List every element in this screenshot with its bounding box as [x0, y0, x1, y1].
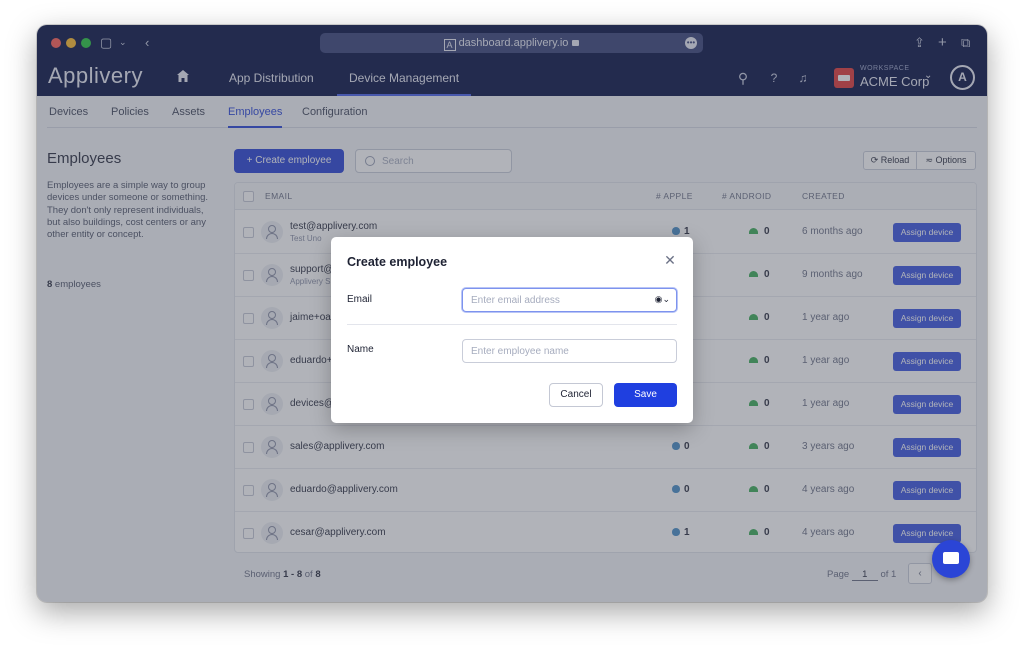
dialog-title: Create employee: [347, 255, 448, 269]
close-icon[interactable]: ✕: [663, 253, 677, 267]
name-field[interactable]: [471, 344, 641, 359]
name-label: Name: [347, 344, 374, 355]
password-manager-icon[interactable]: ◉⌄: [655, 294, 670, 305]
browser-window: ▢ ⌄ ‹ Adashboard.applivery.io ••• ⇪ + ⧉ …: [37, 25, 987, 602]
chat-bubble-icon[interactable]: [932, 540, 970, 578]
dialog-divider: [347, 324, 677, 325]
save-button[interactable]: Save: [614, 383, 677, 407]
email-field-wrapper: ◉⌄: [462, 288, 677, 312]
email-field[interactable]: [471, 293, 641, 308]
create-employee-dialog: Create employee ✕ Email ◉⌄ Name Cancel S…: [331, 237, 693, 423]
email-label: Email: [347, 294, 373, 305]
name-field-wrapper: [462, 339, 677, 363]
cancel-button[interactable]: Cancel: [549, 383, 603, 407]
